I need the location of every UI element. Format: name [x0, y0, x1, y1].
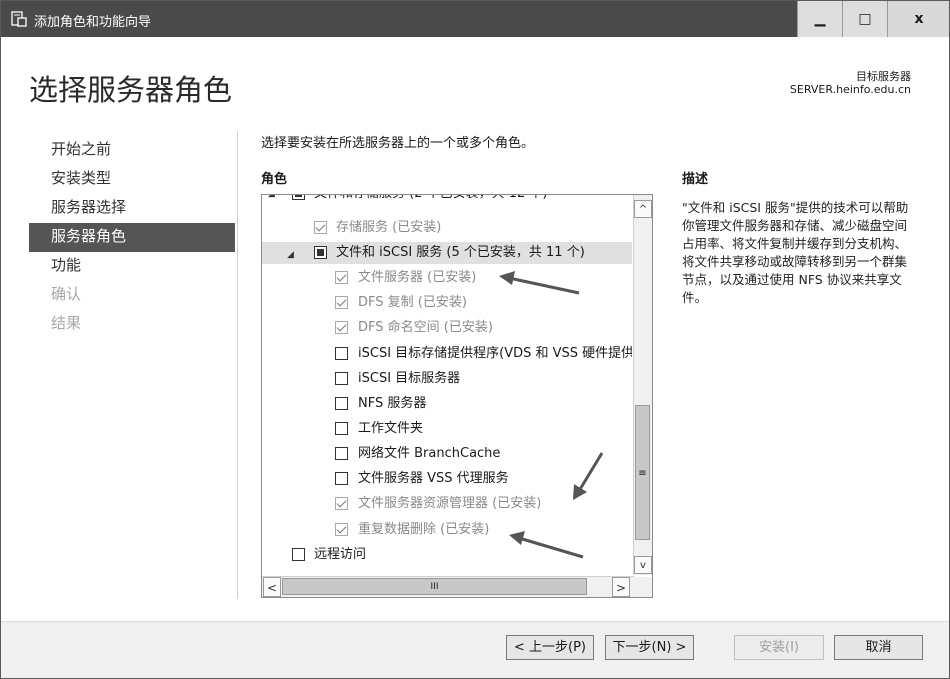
minimize-button[interactable]: ▁: [797, 1, 842, 37]
destination-server-label: 目标服务器: [856, 70, 911, 83]
role-row-storage-services[interactable]: 存储服务 (已安装): [262, 217, 632, 239]
role-label: 文件和 iSCSI 服务 (5 个已安装，共 11 个): [336, 245, 585, 260]
role-row-branchcache[interactable]: 网络文件 BranchCache: [262, 443, 632, 465]
destination-server-name: SERVER.heinfo.edu.cn: [789, 83, 911, 96]
role-row-dfs-replication[interactable]: DFS 复制 (已安装): [262, 292, 632, 314]
role-checkbox: [335, 271, 348, 284]
collapse-icon[interactable]: ◢: [287, 244, 294, 266]
page-title: 选择服务器角色: [29, 73, 233, 107]
nav-divider: [237, 131, 238, 599]
close-icon: x: [914, 11, 924, 27]
vertical-scroll-thumb[interactable]: ≡: [635, 405, 650, 540]
role-label: 文件服务器资源管理器 (已安装): [358, 496, 542, 511]
scroll-left-icon[interactable]: <: [263, 577, 281, 597]
role-label: iSCSI 目标服务器: [358, 371, 461, 386]
nav-item-features[interactable]: 功能: [29, 252, 235, 281]
horizontal-scroll-thumb[interactable]: III: [282, 578, 587, 595]
role-checkbox: [314, 221, 327, 234]
role-row-work-folders[interactable]: 工作文件夹: [262, 418, 632, 440]
role-label: DFS 复制 (已安装): [358, 295, 467, 310]
role-row-iscsi-target-storage-provider[interactable]: iSCSI 目标存储提供程序(VDS 和 VSS 硬件提供程序): [262, 343, 632, 365]
role-row-file-server[interactable]: 文件服务器 (已安装): [262, 267, 632, 289]
role-label: NFS 服务器: [358, 396, 427, 411]
roles-header: 角色: [261, 172, 288, 187]
scrollbar-corner: [634, 577, 652, 597]
title-bar[interactable]: 添加角色和功能向导 ▁ □ x: [1, 1, 949, 37]
role-label: 重复数据删除 (已安装): [358, 522, 490, 537]
nav-item-results: 结果: [51, 314, 82, 332]
nav-item-server-selection[interactable]: 服务器选择: [29, 194, 235, 223]
role-checkbox: [335, 497, 348, 510]
role-row-file-iscsi-services[interactable]: ◢ 文件和 iSCSI 服务 (5 个已安装，共 11 个): [262, 242, 632, 264]
nav-item-confirmation: 确认: [51, 285, 82, 303]
close-button[interactable]: x: [887, 1, 949, 37]
install-button: 安装(I): [734, 635, 824, 660]
role-checkbox[interactable]: [335, 447, 348, 460]
next-button[interactable]: 下一步(N) >: [605, 635, 694, 660]
role-checkbox: [335, 321, 348, 334]
collapse-icon[interactable]: ◢: [268, 195, 275, 205]
role-checkbox[interactable]: [335, 422, 348, 435]
role-row-fsrm[interactable]: 文件服务器资源管理器 (已安装): [262, 493, 632, 515]
vertical-scrollbar[interactable]: ^ ≡ v: [633, 195, 652, 575]
role-label: 文件服务器 (已安装): [358, 270, 477, 285]
nav-item-installation-type[interactable]: 安装类型: [29, 165, 235, 194]
role-row-iscsi-target-server[interactable]: iSCSI 目标服务器: [262, 368, 632, 390]
scroll-up-icon[interactable]: ^: [634, 200, 652, 218]
role-label: 远程访问: [314, 547, 367, 562]
role-checkbox[interactable]: [292, 195, 305, 200]
server-manager-app-icon: [11, 11, 27, 27]
cancel-button[interactable]: 取消: [834, 635, 923, 660]
nav-item-before-you-begin[interactable]: 开始之前: [29, 136, 235, 165]
role-row-nfs-server[interactable]: NFS 服务器: [262, 393, 632, 415]
role-checkbox[interactable]: [292, 548, 305, 561]
instruction-text: 选择要安装在所选服务器上的一个或多个角色。: [261, 136, 535, 151]
description-text: "文件和 iSCSI 服务"提供的技术可以帮助你管理文件服务器和存储、减少磁盘空…: [682, 200, 909, 305]
description-header: 描述: [682, 172, 709, 187]
role-label: 网络文件 BranchCache: [358, 446, 501, 461]
scroll-down-icon[interactable]: v: [634, 556, 652, 574]
role-label: iSCSI 目标存储提供程序(VDS 和 VSS 硬件提供程序): [358, 346, 632, 361]
scroll-right-icon[interactable]: >: [612, 577, 630, 597]
roles-tree-rows: ◢ 文件和存储服务 (2 个已安装，共 12 个) 存储服务 (已安装) ◢ 文…: [262, 195, 632, 575]
role-row-remote-access[interactable]: 远程访问: [262, 544, 632, 566]
role-label: 文件和存储服务 (2 个已安装，共 12 个): [314, 195, 548, 205]
horizontal-scrollbar[interactable]: < III >: [262, 576, 634, 597]
wizard-window: 添加角色和功能向导 ▁ □ x 选择服务器角色 目标服务器 SERVER.hei…: [0, 0, 950, 679]
nav-item-server-roles[interactable]: 服务器角色: [29, 223, 235, 252]
roles-tree[interactable]: ◢ 文件和存储服务 (2 个已安装，共 12 个) 存储服务 (已安装) ◢ 文…: [261, 194, 653, 598]
minimize-icon: ▁: [814, 11, 826, 27]
role-row-dfs-namespaces[interactable]: DFS 命名空间 (已安装): [262, 317, 632, 339]
role-label: DFS 命名空间 (已安装): [358, 320, 493, 335]
role-row-file-storage-services[interactable]: ◢ 文件和存储服务 (2 个已安装，共 12 个): [262, 195, 632, 205]
role-checkbox[interactable]: [314, 246, 327, 259]
role-checkbox: [335, 523, 348, 536]
role-checkbox[interactable]: [335, 397, 348, 410]
role-checkbox[interactable]: [335, 347, 348, 360]
wizard-nav: 开始之前 安装类型 服务器选择 服务器角色 功能 确认 结果: [29, 136, 235, 339]
maximize-icon: □: [858, 11, 872, 27]
role-label: 存储服务 (已安装): [336, 220, 442, 235]
role-checkbox: [335, 296, 348, 309]
role-checkbox[interactable]: [335, 472, 348, 485]
role-checkbox[interactable]: [335, 372, 348, 385]
role-label: 文件服务器 VSS 代理服务: [358, 471, 509, 486]
window-title: 添加角色和功能向导: [34, 15, 152, 30]
previous-button[interactable]: < 上一步(P): [506, 635, 594, 660]
role-row-vss-agent[interactable]: 文件服务器 VSS 代理服务: [262, 468, 632, 490]
role-row-deduplication[interactable]: 重复数据删除 (已安装): [262, 519, 632, 541]
maximize-button[interactable]: □: [842, 1, 887, 37]
role-label: 工作文件夹: [358, 421, 424, 436]
